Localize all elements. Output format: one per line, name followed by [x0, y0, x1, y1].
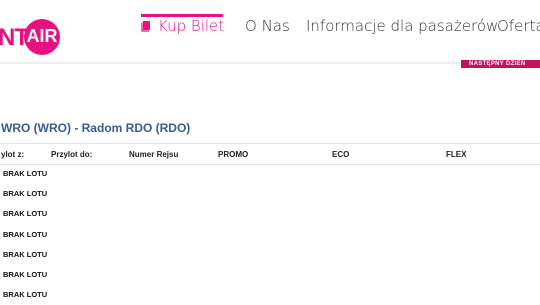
- table-row: BRAK LOTU: [0, 265, 540, 285]
- table-row: BRAK LOTU: [0, 285, 540, 305]
- no-flight-label: BRAK LOTU: [3, 169, 48, 178]
- flights-table-header: ylot z: Przylot do: Numer Rejsu PROMO EC…: [0, 143, 540, 165]
- no-flight-label: BRAK LOTU: [3, 189, 48, 198]
- no-flight-label: BRAK LOTU: [3, 209, 48, 218]
- nav-item-oferta[interactable]: Oferta: [497, 17, 540, 35]
- column-header-arrival: Przylot do:: [51, 150, 93, 159]
- nav-item-label: Informacje dla pasażerów: [306, 17, 499, 35]
- column-header-flight-number: Numer Rejsu: [129, 150, 179, 159]
- no-flight-label: BRAK LOTU: [3, 270, 48, 279]
- nav-item-label: O Nas: [245, 17, 290, 35]
- column-header-eco: ECO: [332, 150, 350, 159]
- table-row: BRAK LOTU: [0, 184, 540, 204]
- table-row: BRAK LOTU: [0, 164, 540, 184]
- logo-badge: AIR: [24, 19, 60, 55]
- book-icon: [141, 21, 150, 32]
- logo-badge-text: AIR: [26, 26, 58, 46]
- header-divider: [0, 62, 540, 64]
- no-flight-label: BRAK LOTU: [3, 250, 48, 259]
- table-row: BRAK LOTU: [0, 245, 540, 265]
- nav-item-informacje[interactable]: Informacje dla pasażerów: [306, 17, 498, 35]
- nav-item-label: Kup Bilet: [158, 17, 225, 35]
- column-header-promo: PROMO: [218, 150, 249, 159]
- table-row: BRAK LOTU: [0, 204, 540, 224]
- route-title: WRO (WRO) - Radom RDO (RDO): [1, 121, 191, 135]
- column-header-departure: ylot z:: [1, 150, 25, 159]
- nav-item-label: Oferta: [497, 17, 540, 35]
- column-header-flex: FLEX: [446, 150, 467, 159]
- table-row: BRAK LOTU: [0, 225, 540, 245]
- next-day-button[interactable]: NASTĘPNY DZIEŃ: [461, 60, 540, 68]
- nav-active-indicator: [141, 14, 223, 17]
- nav-item-kup-bilet[interactable]: Kup Bilet: [141, 17, 224, 35]
- nav-item-o-nas[interactable]: O Nas: [245, 17, 290, 35]
- site-header: NT AIR Kup Bilet O Nas Informacje dla pa…: [0, 0, 540, 62]
- no-flight-label: BRAK LOTU: [3, 290, 48, 299]
- no-flight-label: BRAK LOTU: [3, 230, 48, 239]
